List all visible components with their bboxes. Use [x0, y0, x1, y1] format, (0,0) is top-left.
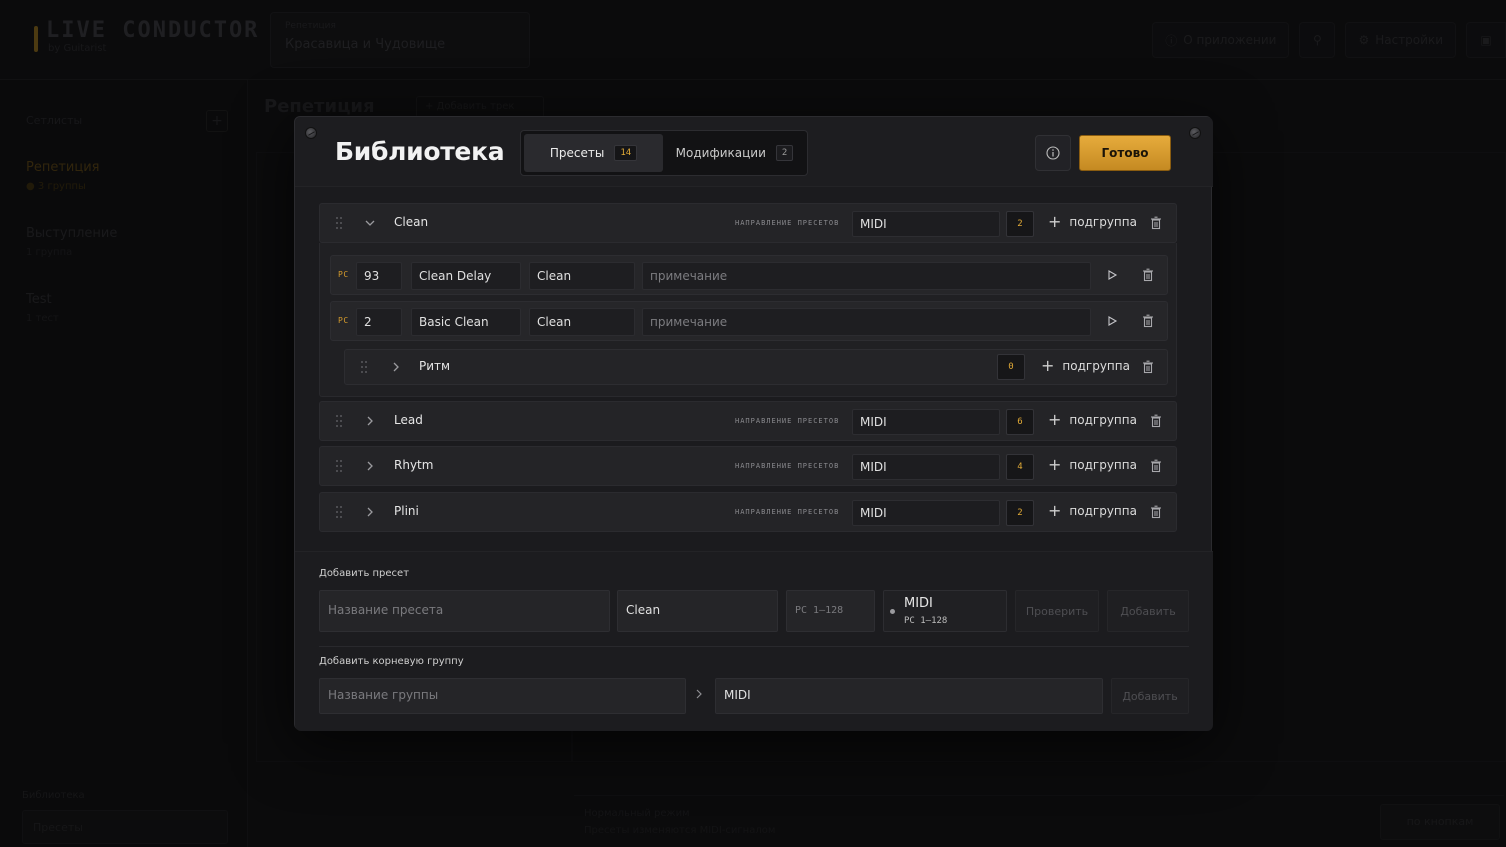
midi-name: MIDI [904, 596, 933, 611]
play-icon[interactable] [1106, 315, 1118, 327]
trash-icon[interactable] [1150, 216, 1162, 230]
preset-name-input[interactable]: Basic Clean [411, 308, 521, 336]
group-row-rhytm[interactable]: Rhytm НАПРАВЛЕНИЕ ПРЕСЕТОВ MIDI 4 + подгр… [319, 446, 1177, 486]
direction-select[interactable]: MIDI [852, 454, 1000, 480]
direction-label: НАПРАВЛЕНИЕ ПРЕСЕТОВ [735, 219, 840, 227]
preset-group-select[interactable]: Clean [529, 308, 635, 336]
preset-name-input[interactable]: Название пресета [319, 590, 610, 632]
chevron-right-icon[interactable] [363, 414, 377, 428]
preset-count: 6 [1006, 409, 1034, 435]
drag-handle-icon[interactable] [361, 361, 369, 373]
add-section: Добавить пресет Название пресета Clean P… [295, 551, 1213, 731]
chevron-right-icon [696, 689, 702, 699]
trash-icon[interactable] [1142, 268, 1154, 282]
library-modal: Библиотека Пресеты 14 Модификации 2 Гото… [294, 116, 1213, 731]
group-row-plini[interactable]: Plini НАПРАВЛЕНИЕ ПРЕСЕТОВ MIDI 2 + подгр… [319, 492, 1177, 532]
presets-count-badge: 14 [614, 145, 638, 161]
status-dot-icon [890, 609, 895, 614]
screw-icon [1189, 127, 1201, 139]
chevron-right-icon[interactable] [363, 505, 377, 519]
group-name[interactable]: Rhytm [394, 458, 433, 472]
chevron-right-icon[interactable] [363, 459, 377, 473]
drag-handle-icon[interactable] [336, 506, 344, 518]
add-subgroup-button[interactable]: + подгруппа [1048, 456, 1137, 474]
add-subgroup-button[interactable]: + подгруппа [1048, 411, 1137, 429]
plus-icon: + [1048, 455, 1062, 474]
add-group-button[interactable]: Добавить [1111, 678, 1189, 714]
direction-label: НАПРАВЛЕНИЕ ПРЕСЕТОВ [735, 417, 840, 425]
preset-row[interactable]: PC 2 Basic Clean Clean примечание [330, 301, 1168, 341]
modifications-count-badge: 2 [775, 145, 794, 161]
add-preset-button[interactable]: Добавить [1107, 590, 1189, 632]
info-button[interactable] [1035, 135, 1071, 171]
group-name-input[interactable]: Название группы [319, 678, 686, 714]
trash-icon[interactable] [1142, 314, 1154, 328]
add-group-label: Добавить корневую группу [319, 656, 464, 667]
plus-icon: + [1048, 410, 1062, 429]
add-preset-label: Добавить пресет [319, 568, 410, 579]
group-row-lead[interactable]: Lead НАПРАВЛЕНИЕ ПРЕСЕТОВ MIDI 6 + подгру… [319, 401, 1177, 441]
subgroup-name[interactable]: Ритм [419, 359, 450, 373]
add-subgroup-button[interactable]: + подгруппа [1048, 502, 1137, 520]
drag-handle-icon[interactable] [336, 415, 344, 427]
direction-select[interactable]: MIDI [852, 211, 1000, 237]
tab-presets[interactable]: Пресеты 14 [524, 134, 663, 172]
preset-count: 0 [997, 354, 1025, 380]
plus-icon: + [1041, 356, 1055, 375]
preset-row[interactable]: PC 93 Clean Delay Clean примечание [330, 255, 1168, 295]
preset-group-select[interactable]: Clean [529, 262, 635, 290]
pc-tag: PC [338, 316, 349, 325]
preset-count: 4 [1006, 454, 1034, 480]
library-tabs: Пресеты 14 Модификации 2 [520, 130, 808, 176]
group-content-clean: PC 93 Clean Delay Clean примечание PC 2 … [319, 243, 1177, 397]
preset-number-input[interactable]: 2 [356, 308, 402, 336]
screw-icon [305, 127, 317, 139]
group-name[interactable]: Lead [394, 413, 423, 427]
group-row-clean[interactable]: Clean НАПРАВЛЕНИЕ ПРЕСЕТОВ MIDI 2 + подгр… [319, 203, 1177, 243]
pc-number-input[interactable]: PC 1–128 [786, 590, 875, 632]
direction-label: НАПРАВЛЕНИЕ ПРЕСЕТОВ [735, 462, 840, 470]
group-name[interactable]: Plini [394, 504, 419, 518]
midi-range: PC 1–128 [904, 616, 948, 626]
subgroup-row-rhythm[interactable]: Ритм 0 + подгруппа [344, 349, 1168, 385]
modal-header: Библиотека Пресеты 14 Модификации 2 Гото… [295, 117, 1213, 187]
preset-name-input[interactable]: Clean Delay [411, 262, 521, 290]
preset-number-input[interactable]: 93 [356, 262, 402, 290]
direction-select[interactable]: MIDI [852, 409, 1000, 435]
preset-count: 2 [1006, 500, 1034, 526]
group-direction-select[interactable]: MIDI [715, 678, 1103, 714]
trash-icon[interactable] [1150, 414, 1162, 428]
preset-note-input[interactable]: примечание [642, 262, 1091, 290]
chevron-right-icon[interactable] [389, 360, 403, 374]
modal-title: Библиотека [335, 137, 505, 166]
preset-count: 2 [1006, 211, 1034, 237]
preset-note-input[interactable]: примечание [642, 308, 1091, 336]
info-icon [1046, 146, 1060, 160]
plus-icon: + [1048, 501, 1062, 520]
midi-target-selector[interactable]: MIDI PC 1–128 [883, 590, 1007, 632]
play-icon[interactable] [1106, 269, 1118, 281]
done-button[interactable]: Готово [1079, 135, 1171, 171]
preset-group-select[interactable]: Clean [617, 590, 778, 632]
pc-tag: PC [338, 270, 349, 279]
trash-icon[interactable] [1150, 459, 1162, 473]
add-subgroup-button[interactable]: + подгруппа [1048, 213, 1137, 231]
trash-icon[interactable] [1142, 360, 1154, 374]
group-name[interactable]: Clean [394, 215, 428, 229]
trash-icon[interactable] [1150, 505, 1162, 519]
divider [319, 646, 1189, 647]
direction-select[interactable]: MIDI [852, 500, 1000, 526]
drag-handle-icon[interactable] [336, 460, 344, 472]
drag-handle-icon[interactable] [336, 217, 344, 229]
direction-label: НАПРАВЛЕНИЕ ПРЕСЕТОВ [735, 508, 840, 516]
chevron-down-icon[interactable] [363, 216, 377, 230]
tab-modifications[interactable]: Модификации 2 [665, 134, 804, 172]
add-subgroup-button[interactable]: + подгруппа [1041, 357, 1130, 375]
plus-icon: + [1048, 212, 1062, 231]
check-button[interactable]: Проверить [1015, 590, 1099, 632]
